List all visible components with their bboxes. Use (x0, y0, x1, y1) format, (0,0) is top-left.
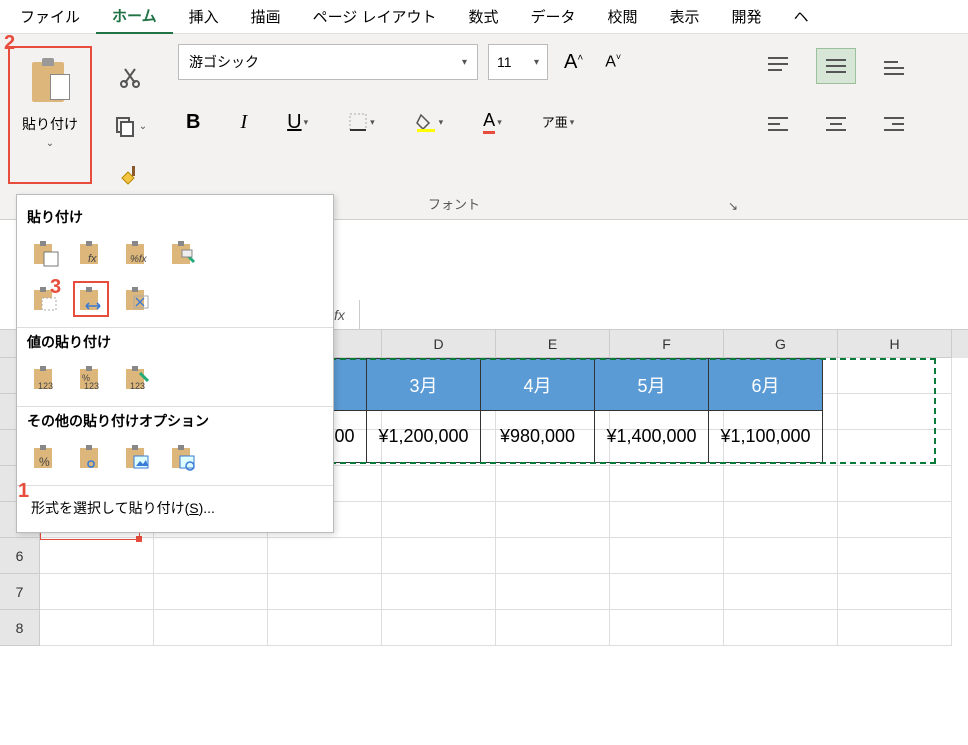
align-center-button[interactable] (816, 106, 856, 142)
underline-button[interactable]: U▾ (279, 107, 316, 138)
paste-keep-col-widths-option[interactable] (73, 281, 109, 317)
paste-button[interactable]: 貼り付け ⌄ (8, 46, 92, 184)
paste-label: 貼り付け (22, 114, 78, 134)
tab-help[interactable]: ヘ (778, 0, 825, 33)
table-cell[interactable]: ¥1,100,000 (709, 411, 823, 463)
clipboard-mini-col: ⌄ (100, 34, 160, 219)
chevron-down-icon: ▾ (304, 117, 309, 128)
row-header[interactable]: 7 (0, 574, 40, 610)
tab-developer[interactable]: 開発 (716, 0, 778, 33)
tab-file[interactable]: ファイル (4, 0, 96, 33)
table-header-cell[interactable]: 6月 (709, 359, 823, 411)
tab-draw[interactable]: 描画 (235, 0, 297, 33)
tab-view[interactable]: 表示 (654, 0, 716, 33)
format-painter-button[interactable] (112, 158, 148, 194)
align-bottom-button[interactable] (874, 48, 914, 84)
paste-other-section-title: その他の貼り付けオプション (27, 411, 323, 431)
chevron-down-icon: ⌄ (46, 138, 54, 149)
font-name-select[interactable]: 游ゴシック ▾ (178, 44, 478, 80)
formula-input[interactable] (360, 300, 968, 329)
col-header[interactable]: F (610, 330, 724, 358)
font-size-value: 11 (497, 54, 512, 70)
chevron-down-icon: ▾ (497, 117, 502, 128)
chevron-down-icon: ▾ (439, 117, 444, 128)
svg-text:123: 123 (38, 381, 53, 391)
tab-home[interactable]: ホーム (96, 0, 173, 35)
italic-button[interactable]: I (232, 107, 255, 138)
svg-text:fx: fx (88, 253, 97, 265)
paste-values-option[interactable]: 123 (27, 360, 63, 396)
phonetic-guide-button[interactable]: ア亜 ▾ (534, 112, 583, 133)
col-header[interactable]: D (382, 330, 496, 358)
clipboard-group: 貼り付け ⌄ (0, 34, 100, 219)
paste-formulas-numberfmt-option[interactable]: %fx (119, 235, 155, 271)
col-header[interactable]: E (496, 330, 610, 358)
table-header-cell[interactable]: 4月 (481, 359, 595, 411)
paste-values-numberfmt-option[interactable]: %123 (73, 360, 109, 396)
paste-link-option[interactable] (73, 439, 109, 475)
clipboard-paste-icon (32, 58, 68, 102)
font-dialog-launcher[interactable]: ↘ (728, 199, 738, 213)
col-header[interactable]: G (724, 330, 838, 358)
svg-text:%fx: %fx (130, 254, 148, 265)
tab-insert[interactable]: 挿入 (173, 0, 235, 33)
tab-review[interactable]: 校閲 (592, 0, 654, 33)
tab-data[interactable]: データ (515, 0, 592, 33)
bold-button[interactable]: B (178, 107, 208, 138)
align-middle-button[interactable] (816, 48, 856, 84)
copy-button[interactable]: ⌄ (112, 108, 148, 144)
table-cell[interactable]: ¥1,200,000 (367, 411, 481, 463)
paste-linked-picture-option[interactable] (165, 439, 201, 475)
annotation-marker-2: 2 (4, 32, 15, 55)
fill-color-button[interactable]: ▾ (407, 107, 452, 137)
svg-text:123: 123 (84, 381, 99, 391)
chevron-down-icon: ▾ (534, 57, 539, 68)
svg-text:%: % (39, 455, 50, 469)
paste-special-menuitem[interactable]: 形式を選択して貼り付け(S)... (27, 490, 323, 526)
ribbon-tabs: ファイル ホーム 挿入 描画 ページ レイアウト 数式 データ 校閲 表示 開発… (0, 0, 968, 34)
paste-dropdown-menu: 貼り付け fx %fx 値の貼り付け 123 %123 123 その他の貼り付け… (16, 194, 334, 533)
tab-page-layout[interactable]: ページ レイアウト (297, 0, 453, 33)
paste-formatting-option[interactable]: % (27, 439, 63, 475)
paste-values-section-title: 値の貼り付け (27, 332, 323, 352)
paste-picture-option[interactable] (119, 439, 155, 475)
increase-font-size-button[interactable]: A˄ (558, 51, 589, 74)
tab-formulas[interactable]: 数式 (452, 0, 514, 33)
chevron-down-icon: ▾ (370, 117, 375, 128)
borders-button[interactable]: ▾ (340, 108, 383, 136)
font-size-select[interactable]: 11 ▾ (488, 44, 548, 80)
chevron-down-icon: ▾ (462, 57, 467, 68)
col-header[interactable]: H (838, 330, 952, 358)
row-header[interactable]: 6 (0, 538, 40, 574)
alignment-group (748, 34, 968, 219)
table-header-cell[interactable]: 5月 (595, 359, 709, 411)
ribbon-body: 貼り付け ⌄ ⌄ 游ゴシック ▾ 11 ▾ A˄ A˅ (0, 34, 968, 220)
svg-text:123: 123 (130, 381, 145, 391)
align-left-button[interactable] (758, 106, 798, 142)
paste-transpose-option[interactable] (119, 281, 155, 317)
align-right-button[interactable] (874, 106, 914, 142)
font-group: 游ゴシック ▾ 11 ▾ A˄ A˅ B I U▾ ▾ ▾ A (160, 34, 748, 219)
paste-keep-source-fmt-option[interactable] (165, 235, 201, 271)
table-header-cell[interactable]: 3月 (367, 359, 481, 411)
table-cell[interactable]: ¥1,400,000 (595, 411, 709, 463)
paste-formulas-option[interactable]: fx (73, 235, 109, 271)
paste-section-title: 貼り付け (27, 207, 323, 227)
font-name-value: 游ゴシック (189, 52, 259, 72)
align-top-button[interactable] (758, 48, 798, 84)
decrease-font-size-button[interactable]: A˅ (599, 52, 627, 71)
paste-values-sourcefmt-option[interactable]: 123 (119, 360, 155, 396)
row-header[interactable]: 8 (0, 610, 40, 646)
font-color-button[interactable]: A ▾ (475, 106, 510, 138)
chevron-down-icon: ▾ (570, 117, 575, 128)
table-cell[interactable]: ¥980,000 (481, 411, 595, 463)
paste-all-option[interactable] (27, 235, 63, 271)
annotation-marker-1: 1 (18, 480, 29, 503)
chevron-down-icon: ⌄ (139, 121, 147, 132)
cut-button[interactable] (112, 59, 148, 95)
annotation-marker-3: 3 (50, 276, 61, 299)
